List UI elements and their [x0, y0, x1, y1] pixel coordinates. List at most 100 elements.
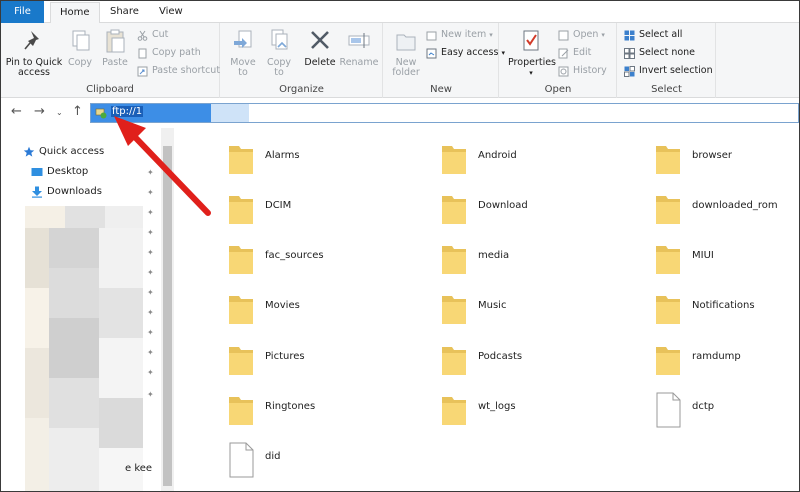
pin-icon[interactable]: ✦ — [147, 168, 156, 177]
select-all-button[interactable]: Select all — [624, 28, 682, 42]
address-text[interactable]: ftp://1 — [111, 106, 144, 117]
folder-icon — [229, 296, 253, 324]
history-button[interactable]: History — [558, 64, 607, 78]
folder-icon — [656, 196, 680, 224]
address-bar[interactable]: ftp://1 — [90, 103, 799, 123]
copy-path-button[interactable]: Copy path — [137, 46, 201, 60]
folder-name: ramdump — [692, 351, 741, 362]
history-icon — [558, 66, 569, 77]
recent-locations-chevron-icon[interactable]: ⌄ — [56, 108, 63, 117]
edit-button[interactable]: Edit — [558, 46, 591, 60]
navigation-pane: Quick access Desktop ✦ Downloads ✦ ✦ ✦ ✦… — [1, 128, 174, 491]
tab-file[interactable]: File — [1, 1, 44, 23]
edit-icon — [558, 48, 569, 59]
move-to-icon — [234, 30, 252, 48]
nav-scrollbar-thumb[interactable] — [163, 146, 172, 486]
properties-dropdown-icon: ▾ — [529, 69, 533, 77]
pin-icon[interactable]: ✦ — [147, 228, 156, 237]
invert-selection-button[interactable]: Invert selection — [624, 64, 713, 78]
new-item-dropdown-icon: ▾ — [489, 31, 493, 39]
folder-icon — [442, 397, 466, 425]
move-to-button[interactable]: Move to — [227, 27, 259, 78]
folder-icon — [442, 296, 466, 324]
nav-downloads[interactable]: Downloads — [31, 184, 102, 200]
folder-icon — [229, 196, 253, 224]
tab-view[interactable]: View — [150, 2, 192, 23]
copy-icon — [72, 30, 90, 51]
history-label: History — [573, 65, 607, 76]
pin-icon[interactable]: ✦ — [147, 348, 156, 357]
new-folder-icon — [396, 34, 416, 51]
back-arrow-icon[interactable]: ← — [11, 104, 22, 119]
easy-access-label: Easy access — [441, 47, 499, 58]
delete-button[interactable]: Delete — [303, 27, 337, 68]
address-selection-fade — [211, 104, 249, 122]
navigation-bar: ← → ⌄ ↑ ftp://1 — [1, 99, 799, 127]
properties-button[interactable]: Properties ▾ — [508, 27, 557, 78]
pin-icon[interactable]: ✦ — [147, 208, 156, 217]
select-none-button[interactable]: Select none — [624, 46, 695, 60]
copy-to-button[interactable]: Copy to — [263, 27, 295, 78]
pin-icon[interactable]: ✦ — [147, 188, 156, 197]
pin-icon[interactable]: ✦ — [147, 248, 156, 257]
ribbon: Pin to Quick access Copy Paste Cut Copy … — [1, 23, 799, 98]
desktop-icon — [31, 168, 43, 176]
pin-to-quick-access-button[interactable]: Pin to Quick access — [4, 27, 64, 78]
pin-icon[interactable]: ✦ — [147, 328, 156, 337]
cut-label: Cut — [152, 29, 169, 40]
paste-shortcut-icon — [137, 66, 148, 77]
paste-button[interactable]: Paste — [99, 27, 131, 68]
pin-icon[interactable]: ✦ — [147, 308, 156, 317]
folder-name: Download — [478, 200, 528, 211]
pin-icon — [24, 31, 39, 50]
folder-icon — [229, 347, 253, 375]
folder-name: Podcasts — [478, 351, 523, 362]
new-folder-button[interactable]: New folder — [388, 27, 424, 78]
tab-share[interactable]: Share — [101, 2, 148, 23]
folder-icon — [229, 146, 253, 174]
folder-icon — [442, 146, 466, 174]
file-icon — [229, 442, 254, 478]
copy-button[interactable]: Copy — [65, 27, 95, 68]
delete-x-icon — [311, 31, 329, 49]
nav-quick-access[interactable]: Quick access — [23, 144, 104, 160]
select-none-label: Select none — [639, 47, 696, 58]
forward-arrow-icon[interactable]: → — [34, 104, 45, 119]
pin-icon[interactable]: ✦ — [147, 390, 156, 399]
up-arrow-icon[interactable]: ↑ — [72, 104, 83, 119]
tab-home[interactable]: Home — [50, 2, 100, 24]
cut-button[interactable]: Cut — [137, 28, 168, 42]
properties-label: Properties — [508, 57, 557, 68]
paste-label: Paste — [102, 57, 128, 68]
file-icon — [656, 392, 681, 428]
folder-name: Movies — [265, 300, 300, 311]
folder-name: browser — [692, 150, 733, 161]
select-group: Select all Select none Invert selection … — [618, 23, 716, 98]
nav-scrollbar[interactable] — [161, 128, 174, 491]
delete-label: Delete — [304, 57, 336, 68]
paste-shortcut-button[interactable]: Paste shortcut — [137, 64, 220, 78]
scissors-icon — [137, 30, 148, 41]
organize-group: Move to Copy to Delete Rename Organize — [221, 23, 383, 98]
rename-label: Rename — [339, 57, 379, 68]
select-group-label: Select — [651, 84, 682, 95]
open-group: Properties ▾ Open ▾ Edit History Open — [500, 23, 617, 98]
easy-access-button[interactable]: Easy access ▾ — [426, 46, 505, 60]
folder-name: wt_logs — [478, 401, 516, 412]
pin-icon[interactable]: ✦ — [147, 268, 156, 277]
nav-downloads-label: Downloads — [47, 186, 102, 197]
folder-name: Pictures — [265, 351, 305, 362]
blurred-nav-items — [25, 206, 143, 491]
folder-icon — [656, 296, 680, 324]
new-item-button[interactable]: New item ▾ — [426, 28, 493, 42]
nav-desktop[interactable]: Desktop — [31, 164, 88, 180]
pin-icon[interactable]: ✦ — [147, 288, 156, 297]
rename-button[interactable]: Rename — [339, 27, 379, 68]
new-group: New folder New item ▾ Easy access ▾ New — [384, 23, 505, 98]
copy-path-icon — [138, 48, 147, 59]
select-all-label: Select all — [639, 29, 683, 40]
open-button[interactable]: Open ▾ — [558, 28, 605, 42]
pin-icon[interactable]: ✦ — [147, 368, 156, 377]
star-icon — [23, 146, 35, 157]
open-icon — [558, 30, 569, 41]
